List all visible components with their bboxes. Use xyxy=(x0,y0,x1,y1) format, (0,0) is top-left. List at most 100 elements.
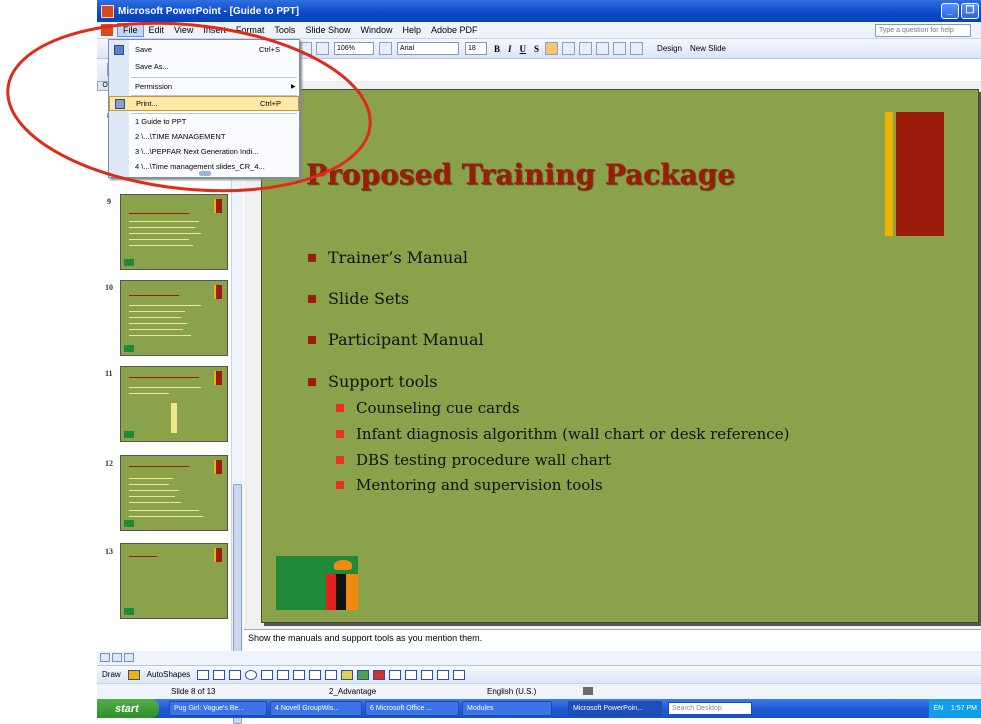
slide-title[interactable]: Proposed Training Package xyxy=(306,158,735,191)
save-icon xyxy=(114,44,124,55)
slide-thumbnail-12[interactable] xyxy=(120,455,228,531)
menu-edit[interactable]: Edit xyxy=(144,24,170,36)
rectangle-icon[interactable] xyxy=(229,669,242,680)
menu-help[interactable]: Help xyxy=(397,24,426,36)
underline-button[interactable]: U xyxy=(520,44,527,54)
zambia-flag-image xyxy=(276,556,358,610)
arrow-style-icon[interactable] xyxy=(421,669,434,680)
slide-thumbnail-13[interactable] xyxy=(120,543,228,619)
oval-icon[interactable] xyxy=(245,669,258,680)
taskbar-button[interactable]: 4 Novell GroupWis... xyxy=(270,701,362,716)
expand-menu-icon[interactable] xyxy=(199,171,211,176)
line-style-icon[interactable] xyxy=(389,669,402,680)
menu-tools[interactable]: Tools xyxy=(269,24,300,36)
dash-style-icon[interactable] xyxy=(405,669,418,680)
zoom-select[interactable]: 106% xyxy=(334,42,374,55)
sub-bullet-item[interactable]: Mentoring and supervision tools xyxy=(336,476,603,494)
menu-view[interactable]: View xyxy=(169,24,198,36)
taskbar-button[interactable]: 6 Microsoft Office ... xyxy=(365,701,459,716)
new-slide-button[interactable]: New Slide xyxy=(690,44,726,53)
fill-color-icon[interactable] xyxy=(341,669,354,680)
bullets-icon[interactable] xyxy=(613,42,627,55)
help-search-input[interactable]: Type a question for help xyxy=(875,23,971,37)
print-icon xyxy=(115,98,125,109)
insert-chart-icon[interactable] xyxy=(299,42,312,55)
diagram-icon[interactable] xyxy=(293,669,306,680)
numbering-icon[interactable] xyxy=(596,42,610,55)
sub-bullet-item[interactable]: Infant diagnosis algorithm (wall chart o… xyxy=(336,425,789,443)
document-icon[interactable] xyxy=(101,24,113,36)
design-button[interactable]: Design xyxy=(657,44,682,53)
menu-window[interactable]: Window xyxy=(355,24,397,36)
sub-bullet-item[interactable]: Counseling cue cards xyxy=(336,399,520,417)
shadow-style-icon[interactable] xyxy=(437,669,450,680)
bullet-marker-icon xyxy=(336,456,344,464)
text-box-icon[interactable] xyxy=(261,669,274,680)
recent-file-1[interactable]: 1 Guide to PPT xyxy=(109,114,299,129)
thumbnail-number: 11 xyxy=(105,369,113,378)
arrow-icon[interactable] xyxy=(213,669,226,680)
taskbar-button[interactable]: Pug Girl: Vogue's Be... xyxy=(169,701,267,716)
slide-show-button[interactable] xyxy=(124,653,134,662)
language-indicator[interactable]: EN xyxy=(933,705,943,712)
font-select[interactable]: Arial xyxy=(397,42,459,55)
taskbar-button[interactable]: Modules xyxy=(462,701,552,716)
notes-pane[interactable]: Show the manuals and support tools as yo… xyxy=(244,629,981,651)
font-color-icon[interactable] xyxy=(630,42,644,55)
file-menu-dropdown: Save Ctrl+S Save As... Permission ▶ Prin… xyxy=(108,39,300,178)
slide-decoration-red-block xyxy=(896,112,944,236)
bullet-item[interactable]: Slide Sets xyxy=(308,289,409,308)
menu-insert[interactable]: Insert xyxy=(198,24,231,36)
restore-button[interactable]: ❐ xyxy=(961,3,979,19)
bullet-item[interactable]: Support tools xyxy=(308,372,438,391)
status-bar: Slide 8 of 13 2_Advantage English (U.S.) xyxy=(97,683,981,699)
wordart-icon[interactable] xyxy=(277,669,290,680)
bold-button[interactable]: B xyxy=(494,44,500,54)
slide-thumbnail-10[interactable] xyxy=(120,280,228,356)
picture-icon[interactable] xyxy=(325,669,338,680)
help-icon[interactable] xyxy=(379,42,392,55)
recent-file-3[interactable]: 3 \...\PEPFAR Next Generation Indi... xyxy=(109,144,299,159)
notes-text: Show the manuals and support tools as yo… xyxy=(248,633,483,643)
font-color-icon[interactable] xyxy=(373,669,386,680)
font-size-select[interactable]: 18 xyxy=(465,42,487,55)
slide-decoration-gold-bar xyxy=(885,112,893,236)
bullet-item[interactable]: Trainer’s Manual xyxy=(308,248,468,267)
powerpoint-icon xyxy=(101,4,114,18)
menu-adobe-pdf[interactable]: Adobe PDF xyxy=(426,24,483,36)
minimize-button[interactable]: _ xyxy=(941,3,959,19)
normal-view-button[interactable] xyxy=(100,653,110,662)
menu-format[interactable]: Format xyxy=(231,24,270,36)
desktop-search-input[interactable]: Search Desktop xyxy=(668,702,752,715)
start-button[interactable]: start xyxy=(97,699,159,718)
sub-bullet-item[interactable]: DBS testing procedure wall chart xyxy=(336,451,611,469)
align-center-icon[interactable] xyxy=(562,42,576,55)
3d-style-icon[interactable] xyxy=(453,669,466,680)
slide-canvas[interactable]: Proposed Training Package Trainer’s Manu… xyxy=(261,89,979,623)
view-buttons-bar xyxy=(97,651,981,665)
draw-menu-button[interactable]: Draw xyxy=(102,670,121,679)
slide-sorter-button[interactable] xyxy=(112,653,122,662)
menu-item-save-as[interactable]: Save As... xyxy=(109,59,299,74)
select-objects-icon[interactable] xyxy=(127,669,140,680)
shadow-button[interactable]: S xyxy=(534,44,539,54)
menu-item-permission[interactable]: Permission ▶ xyxy=(109,79,299,94)
insert-table-icon[interactable] xyxy=(316,42,329,55)
menu-slide-show[interactable]: Slide Show xyxy=(300,24,355,36)
line-icon[interactable] xyxy=(197,669,210,680)
menu-item-print[interactable]: Print... Ctrl+P xyxy=(109,96,299,111)
autoshapes-menu-button[interactable]: AutoShapes xyxy=(147,670,191,679)
line-color-icon[interactable] xyxy=(357,669,370,680)
italic-button[interactable]: I xyxy=(508,44,512,54)
align-left-icon[interactable] xyxy=(545,42,559,55)
bullet-item[interactable]: Participant Manual xyxy=(308,330,484,349)
taskbar-button-active[interactable]: Microsoft PowerPoin... xyxy=(568,701,662,716)
slide-thumbnail-11[interactable] xyxy=(120,366,228,442)
system-tray: EN 1:57 PM xyxy=(929,699,981,718)
menu-file[interactable]: File xyxy=(117,23,144,37)
menu-item-save[interactable]: Save Ctrl+S xyxy=(109,42,299,57)
align-right-icon[interactable] xyxy=(579,42,593,55)
slide-thumbnail-9[interactable] xyxy=(120,194,228,270)
clip-art-icon[interactable] xyxy=(309,669,322,680)
recent-file-2[interactable]: 2 \...\TIME MANAGEMENT xyxy=(109,129,299,144)
